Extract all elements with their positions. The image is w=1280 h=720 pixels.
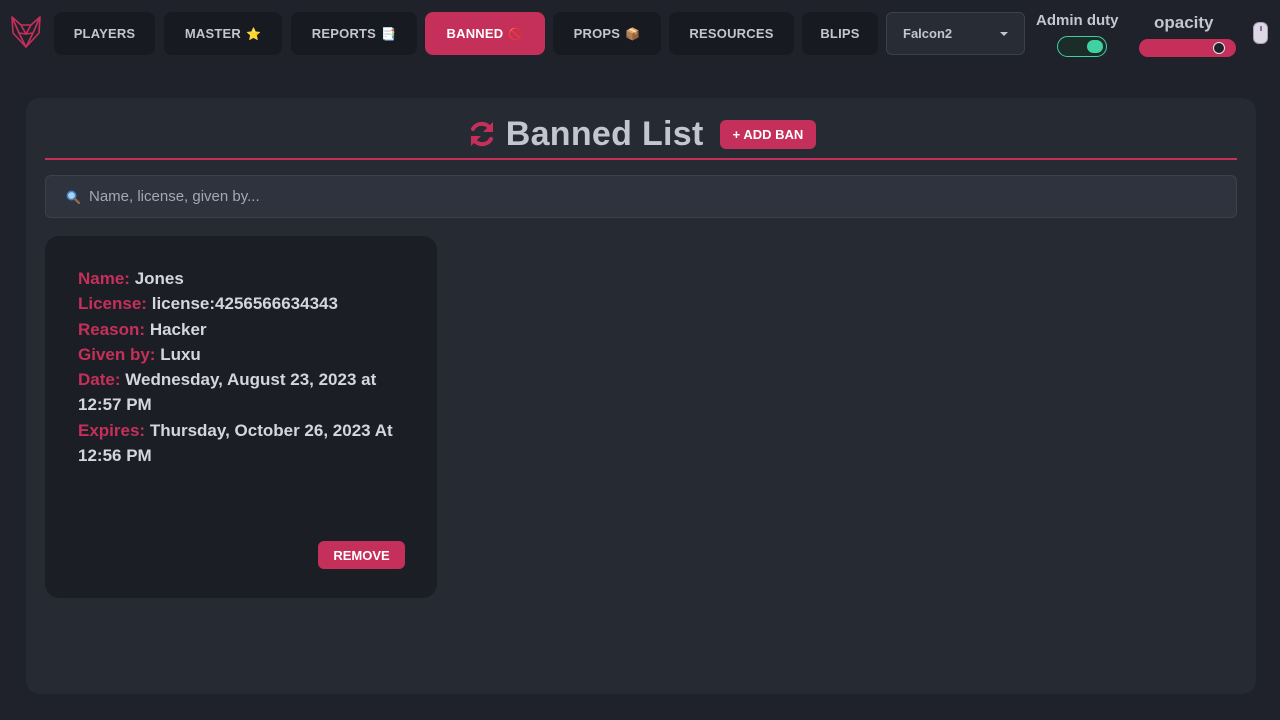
opacity-label: opacity bbox=[1154, 13, 1214, 32]
tab-players[interactable]: PLAYERS bbox=[54, 12, 155, 55]
expires-label: Expires: bbox=[78, 420, 146, 440]
tab-label: MASTER bbox=[184, 26, 241, 41]
ban-reason-row: Reason: Hacker bbox=[78, 317, 413, 342]
admin-duty-toggle[interactable] bbox=[1057, 36, 1107, 57]
page-title: Banned List bbox=[505, 114, 704, 153]
name-label: Name: bbox=[78, 269, 130, 288]
reason-label: Reason: bbox=[78, 319, 146, 339]
banned-list-panel: Banned List + ADD BAN Name: Jones Licens… bbox=[26, 98, 1256, 694]
search-bar[interactable] bbox=[45, 175, 1237, 218]
date-value: Wednesday, August 23, 2023 at 12:57 PM bbox=[78, 370, 377, 415]
date-label: Date: bbox=[78, 370, 121, 390]
package-icon: 📦 bbox=[625, 26, 641, 41]
tab-reports[interactable]: REPORTS 📑 bbox=[291, 12, 417, 55]
name-value: Jones bbox=[134, 269, 184, 288]
server-select[interactable]: Falcon2 bbox=[886, 12, 1025, 55]
tab-label: PROPS bbox=[573, 26, 621, 41]
reason-value: Hacker bbox=[149, 319, 207, 339]
given-by-label: Given by: bbox=[78, 344, 156, 364]
tab-label: REPORTS bbox=[311, 26, 377, 41]
opacity-slider-handle[interactable] bbox=[1213, 42, 1226, 54]
refresh-icon[interactable] bbox=[466, 118, 498, 150]
prohibited-icon: 🚫 bbox=[508, 26, 524, 41]
document-icon: 📑 bbox=[381, 26, 397, 41]
header-divider bbox=[45, 158, 1237, 160]
search-icon bbox=[66, 190, 80, 204]
ban-given-by-row: Given by: Luxu bbox=[78, 342, 413, 367]
tab-master[interactable]: MASTER ⭐ bbox=[164, 12, 282, 55]
given-by-value: Luxu bbox=[160, 344, 201, 364]
license-label: License: bbox=[78, 294, 147, 314]
admin-duty-label: Admin duty bbox=[1036, 12, 1119, 29]
tab-props[interactable]: PROPS 📦 bbox=[553, 12, 661, 55]
tab-resources[interactable]: RESOURCES bbox=[669, 12, 794, 55]
remove-ban-button[interactable]: REMOVE bbox=[318, 541, 405, 569]
ban-card: Name: Jones License: license:42565666343… bbox=[45, 236, 437, 598]
search-input[interactable] bbox=[89, 188, 1209, 205]
top-bar: PLAYERS MASTER ⭐ REPORTS 📑 BANNED 🚫 PROP… bbox=[0, 0, 1280, 66]
mouse-icon[interactable] bbox=[1253, 22, 1268, 44]
ban-date-row: Date: Wednesday, August 23, 2023 at 12:5… bbox=[78, 367, 413, 418]
chevron-down-icon bbox=[1000, 32, 1008, 36]
opacity-slider[interactable] bbox=[1139, 39, 1236, 57]
license-value: license:4256566634343 bbox=[151, 294, 338, 314]
ban-license-row: License: license:4256566634343 bbox=[78, 291, 413, 316]
toggle-knob bbox=[1087, 39, 1103, 53]
tab-label: BANNED bbox=[446, 26, 504, 41]
ban-name-row: Name: Jones bbox=[78, 266, 413, 291]
fox-logo-icon bbox=[11, 16, 41, 48]
tab-label: PLAYERS bbox=[73, 26, 136, 41]
server-select-value: Falcon2 bbox=[903, 26, 953, 41]
panel-header: Banned List + ADD BAN bbox=[26, 112, 1256, 156]
tab-label: RESOURCES bbox=[689, 26, 774, 41]
tab-label: BLIPS bbox=[820, 26, 860, 41]
add-ban-button[interactable]: + ADD BAN bbox=[719, 119, 817, 149]
star-icon: ⭐ bbox=[245, 26, 262, 41]
tab-blips[interactable]: BLIPS bbox=[802, 12, 878, 55]
tab-banned[interactable]: BANNED 🚫 bbox=[425, 12, 545, 55]
ban-expires-row: Expires: Thursday, October 26, 2023 At 1… bbox=[78, 418, 413, 469]
